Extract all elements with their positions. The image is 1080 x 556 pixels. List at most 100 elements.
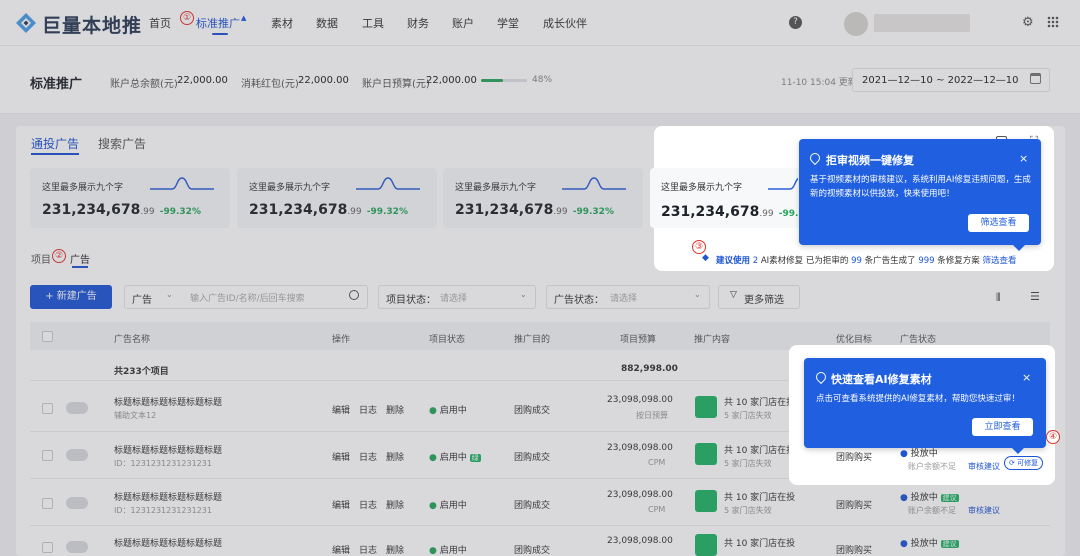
marker-1: ① xyxy=(180,11,194,25)
delete-link[interactable]: 删除 xyxy=(386,498,404,511)
row-sub: ID：1231231231231231 xyxy=(114,506,212,515)
nav-active-underline xyxy=(212,33,228,35)
ad-search-input[interactable]: 输入广告ID/名称/后回车搜索 xyxy=(190,291,305,304)
settings-sliders-icon[interactable]: ☰ xyxy=(1030,290,1040,303)
select-all-checkbox[interactable] xyxy=(42,331,53,342)
tab-search[interactable]: 搜索广告 xyxy=(98,135,146,152)
edit-link[interactable]: 编辑 xyxy=(332,543,350,556)
caret-up-icon: ▲ xyxy=(241,14,247,22)
goal-cell: 团购成交 xyxy=(514,406,551,416)
delete-link[interactable]: 删除 xyxy=(386,450,404,463)
new-ad-button[interactable]: + 新建广告 xyxy=(30,285,112,309)
col-opt-target[interactable]: 优化目标 xyxy=(836,332,872,345)
total-label: 共233个项目 xyxy=(114,367,169,377)
subtab-project[interactable]: 项目 xyxy=(31,251,51,266)
ad-status-cell: ● 投放中 建议 xyxy=(900,493,959,503)
nav-item-tools[interactable]: 工具 xyxy=(362,15,384,31)
stat-value-line: 231,234,678.99 -99.32% xyxy=(249,202,408,218)
budget-cell: 23,098,098.00 xyxy=(607,443,673,453)
close-icon[interactable]: × xyxy=(1019,152,1028,165)
ad-status-cell: ● 投放中 建议 xyxy=(900,539,959,549)
nav-item-finance[interactable]: 财务 xyxy=(407,15,429,31)
nav-item-material[interactable]: 素材 xyxy=(271,15,293,31)
nav-item-growth[interactable]: 成长伙伴 xyxy=(543,15,587,31)
col-budget[interactable]: 项目预算 xyxy=(620,332,656,345)
edit-link[interactable]: 编辑 xyxy=(332,403,350,416)
delete-link[interactable]: 删除 xyxy=(386,543,404,556)
row-checkbox[interactable] xyxy=(42,450,53,461)
content-sub: 5 家门店失效 xyxy=(724,506,772,515)
edit-link[interactable]: 编辑 xyxy=(332,498,350,511)
row-toggle[interactable] xyxy=(66,497,88,509)
nav-item-account[interactable]: 账户 xyxy=(452,15,474,31)
log-link[interactable]: 日志 xyxy=(359,403,377,416)
sparkline-icon xyxy=(768,177,798,190)
project-status-label: 项目状态： xyxy=(386,295,436,306)
row-toggle[interactable] xyxy=(66,541,88,553)
audit-link[interactable]: 审核建议 xyxy=(968,461,1000,472)
content-cell[interactable]: 共 10 家门店在投 xyxy=(724,395,795,408)
budget-cell: 23,098,098.00 xyxy=(607,395,673,405)
nav-item-academy[interactable]: 学堂 xyxy=(497,15,519,31)
gear-icon[interactable]: ⚙ xyxy=(1022,15,1034,30)
apps-grid-icon[interactable] xyxy=(1047,16,1059,28)
row-checkbox[interactable] xyxy=(42,403,53,414)
stat-label: 这里最多展示九个字 xyxy=(42,183,124,193)
sparkline-icon xyxy=(150,177,214,190)
log-link[interactable]: 日志 xyxy=(359,498,377,511)
edit-link[interactable]: 编辑 xyxy=(332,450,350,463)
columns-icon[interactable]: ⫴ xyxy=(996,291,1001,305)
status-cell: ● 启用中 xyxy=(429,406,467,416)
col-project-status[interactable]: 项目状态 xyxy=(429,332,465,345)
log-link[interactable]: 日志 xyxy=(359,450,377,463)
col-actions: 操作 xyxy=(332,335,351,345)
tab-broadcast[interactable]: 通投广告 xyxy=(31,135,79,152)
nav-item-data[interactable]: 数据 xyxy=(316,15,338,31)
budget-sub: CPM xyxy=(648,458,666,467)
delete-link[interactable]: 删除 xyxy=(386,403,404,416)
col-goal[interactable]: 推广目的 xyxy=(514,332,550,345)
row-toggle[interactable] xyxy=(66,449,88,461)
page-title: 标准推广 xyxy=(30,77,83,92)
account-name-blurred xyxy=(874,14,970,32)
row-name[interactable]: 标题标题标题标题标题标题 xyxy=(114,536,222,549)
col-ad-status[interactable]: 广告状态 xyxy=(900,332,936,345)
content-cell[interactable]: 共 10 家门店在投 xyxy=(724,536,795,549)
ad-type-select[interactable]: 广告 xyxy=(132,291,152,306)
subtab-ad[interactable]: 广告 xyxy=(70,251,90,266)
search-icon[interactable] xyxy=(349,290,359,300)
avatar[interactable] xyxy=(844,12,868,36)
stat-label: 这里最多展示九个字 xyxy=(661,183,743,193)
row-name[interactable]: 标题标题标题标题标题标题 xyxy=(114,490,222,503)
calendar-icon[interactable] xyxy=(1030,73,1041,84)
filter-view-link[interactable]: 筛选查看 xyxy=(983,256,1017,266)
nav-item-home[interactable]: 首页 xyxy=(149,15,171,31)
goal-cell: 团购成交 xyxy=(514,546,551,556)
content-cell[interactable]: 共 10 家门店在投 xyxy=(724,443,795,456)
ad-status-cell: ● 投放中 xyxy=(900,449,938,459)
close-icon[interactable]: × xyxy=(1022,371,1031,384)
goal-cell: 团购成交 xyxy=(514,501,551,511)
col-content[interactable]: 推广内容 xyxy=(694,332,730,345)
row-sub: ID：1231231231231231 xyxy=(114,459,212,468)
row-name[interactable]: 标题标题标题标题标题标题 xyxy=(114,443,222,456)
row-checkbox[interactable] xyxy=(42,542,53,553)
log-link[interactable]: 日志 xyxy=(359,543,377,556)
status-cell: ● 启用中 xyxy=(429,501,467,511)
content-cell[interactable]: 共 10 家门店在投 xyxy=(724,490,795,503)
ai-repair-suggestion: 建议使用 2 AI素材修复 已为拒审的 99 条广告生成了 999 条修复方案 … xyxy=(716,256,1017,266)
audit-link[interactable]: 审核建议 xyxy=(968,505,1000,516)
row-name[interactable]: 标题标题标题标题标题标题 xyxy=(114,395,222,408)
more-filters-label: 更多筛选 xyxy=(744,295,784,306)
nav-item-standard[interactable]: 标准推广 xyxy=(196,15,240,31)
bonus-label: 消耗红包(元) xyxy=(241,79,299,90)
row-checkbox[interactable] xyxy=(42,498,53,509)
col-ad-name[interactable]: 广告名称 xyxy=(114,332,150,345)
budget-label: 账户日预算(元) xyxy=(362,79,430,90)
row-toggle[interactable] xyxy=(66,402,88,414)
view-now-button[interactable]: 立即查看 xyxy=(972,418,1033,436)
help-icon[interactable]: ? xyxy=(789,16,802,29)
stat-label: 这里最多展示九个字 xyxy=(249,183,331,193)
filter-view-button[interactable]: 筛选查看 xyxy=(968,214,1029,232)
repairable-badge[interactable]: ⟳ 可修复 xyxy=(1004,456,1044,470)
